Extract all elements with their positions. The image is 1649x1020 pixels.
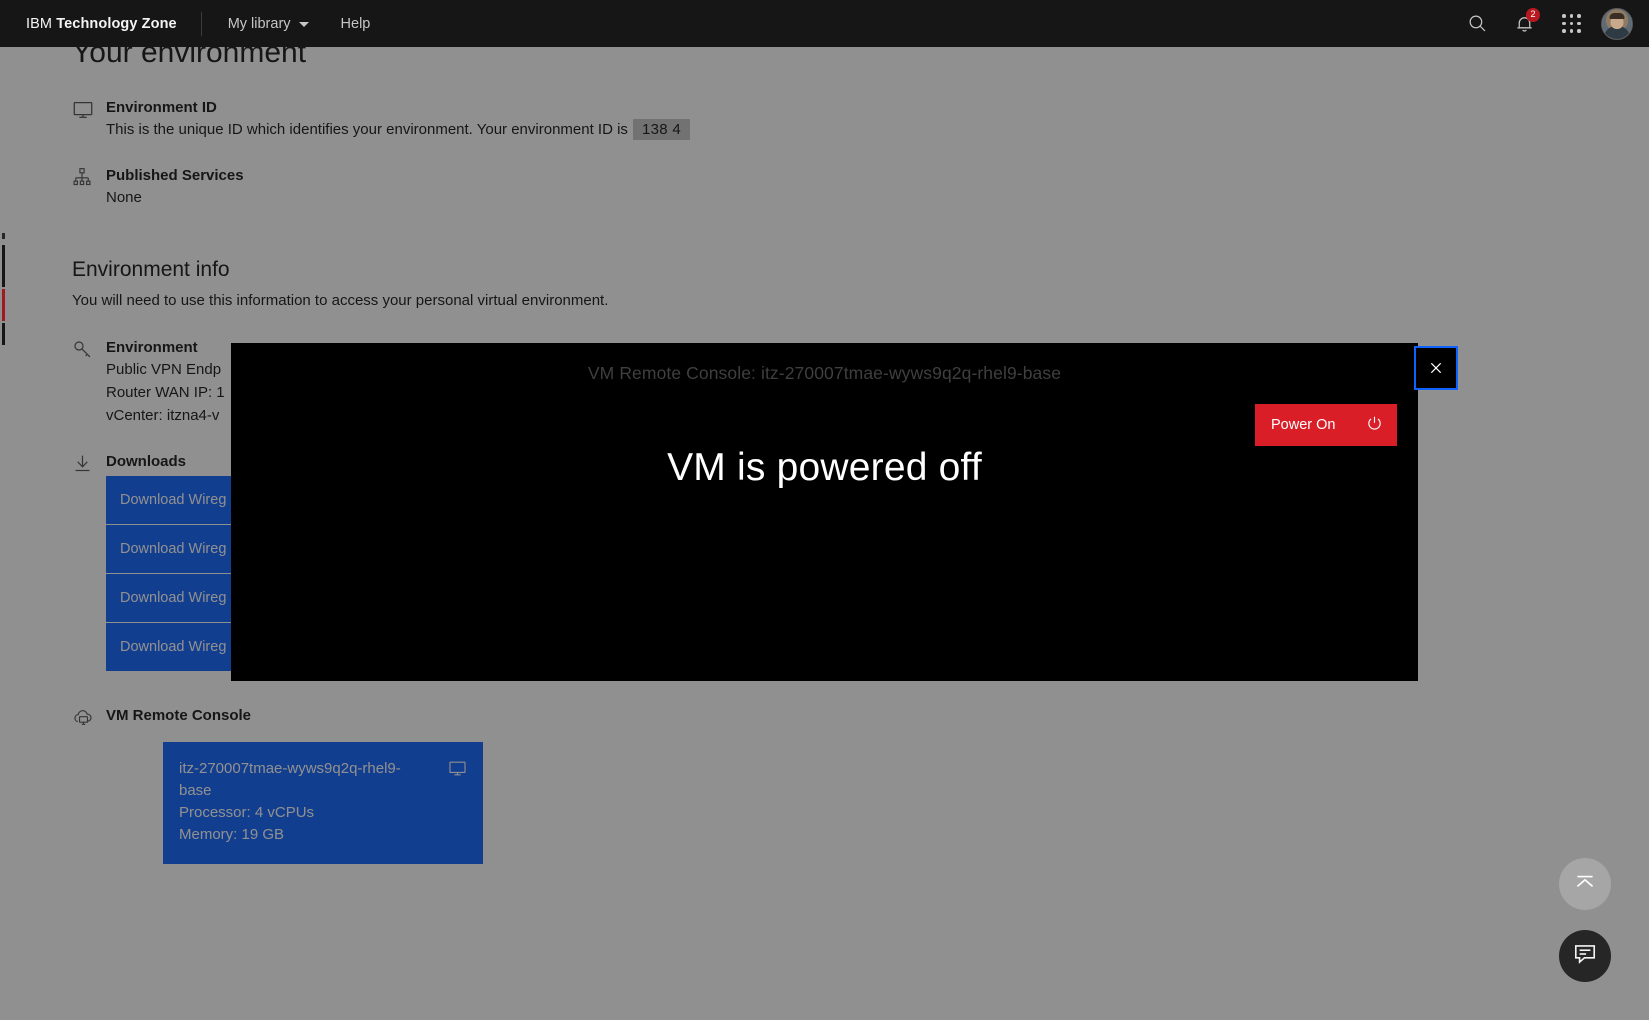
top-header: IBM Technology Zone My library Help 2 [0,0,1649,47]
search-icon [1467,13,1488,34]
search-button[interactable] [1454,0,1501,47]
notifications-badge: 2 [1526,8,1540,22]
vm-console-modal: VM Remote Console: itz-270007tmae-wyws9q… [231,343,1458,681]
scroll-to-top-button[interactable] [1559,858,1611,910]
nav-my-library-label: My library [227,15,291,32]
header-actions: 2 [1454,0,1649,47]
vm-console-title: VM Remote Console: itz-270007tmae-wyws9q… [587,363,1062,383]
grid-icon [1562,14,1582,34]
app-switcher-button[interactable] [1548,0,1595,47]
brand-prefix: IBM [26,15,53,32]
notifications-button[interactable]: 2 [1501,0,1548,47]
app-root: Your environment Environment ID This is … [0,0,1649,1020]
vm-console-status-message: VM is powered off [667,446,982,489]
chevron-down-icon [298,22,309,27]
close-modal-button[interactable] [1414,346,1458,390]
header-nav: My library Help [202,0,387,47]
nav-item-help[interactable]: Help [325,0,387,47]
brand-logo[interactable]: IBM Technology Zone [0,16,177,32]
offscreen-panel-sliver [0,233,5,345]
nav-help-label: Help [340,15,371,32]
power-on-label: Power On [1271,417,1336,433]
brand-name: Technology Zone [56,15,177,32]
avatar[interactable] [1601,7,1633,40]
close-icon [1428,360,1444,376]
power-icon [1366,415,1383,436]
power-on-button[interactable]: Power On [1255,404,1397,446]
chat-button[interactable] [1559,930,1611,982]
chevron-up-bar-icon [1572,869,1598,900]
chat-bubble-icon [1572,941,1598,972]
nav-item-my-library[interactable]: My library [212,0,325,47]
